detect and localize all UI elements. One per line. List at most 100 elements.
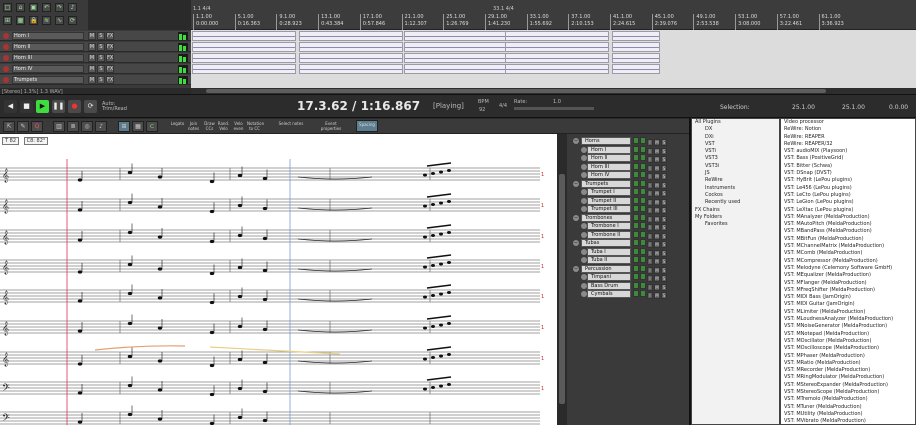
snap-icon[interactable]: ⊞ (3, 16, 12, 25)
midi-item[interactable] (612, 42, 660, 52)
fx-plugin-item[interactable]: VST: DSnap (DVST) (781, 170, 915, 177)
note[interactable] (431, 386, 435, 389)
fx-plugin-item[interactable]: VST: MStereoScope (MeldaProduction) (781, 389, 915, 396)
envelope-icon[interactable]: ∿ (55, 16, 64, 25)
note[interactable] (262, 360, 268, 365)
fx-plugin-item[interactable]: VST: LeGion (LePou plugins) (781, 199, 915, 206)
fx-plugin-item[interactable]: VST: MComb (MeldaProduction) (781, 250, 915, 257)
track-button[interactable]: FX (106, 32, 114, 40)
note[interactable] (431, 234, 435, 237)
note[interactable] (431, 325, 435, 328)
midi-track-name[interactable]: Trumpet III (587, 205, 631, 213)
note[interactable] (423, 295, 427, 299)
midi-track-name[interactable]: Trombone I (587, 222, 631, 230)
note[interactable] (262, 389, 268, 394)
collapse-icon[interactable]: − (573, 265, 579, 272)
score-staves[interactable]: 𝄞 1𝄞 1𝄞 1𝄞 1𝄞 1𝄞 1𝄞 1𝄢 1𝄢 (0, 134, 557, 425)
record-arm-icon[interactable]: ◀ (4, 100, 17, 113)
midi-track-row[interactable]: Trombone IIMS (567, 222, 689, 231)
note[interactable] (157, 326, 163, 330)
fx-plugin-item[interactable]: VST: MPhaser (MeldaProduction) (781, 353, 915, 360)
visible-toggle[interactable] (633, 222, 639, 229)
track-button[interactable]: FX (106, 65, 114, 73)
note[interactable] (157, 417, 163, 421)
midi-track-name[interactable]: Trombone II (587, 230, 631, 239)
midi-track-name[interactable]: Horn IV (587, 171, 631, 179)
editable-toggle[interactable] (640, 188, 646, 195)
editable-toggle[interactable] (640, 145, 646, 153)
fx-folder-item[interactable]: VST3 (692, 155, 779, 162)
midi-item[interactable] (612, 31, 660, 41)
metronome-icon[interactable]: ♪ (68, 3, 77, 12)
midi-action-button[interactable]: Select notes (278, 121, 304, 126)
visible-toggle[interactable] (633, 137, 639, 144)
midi-track-row[interactable]: − Trombones I M S (567, 213, 689, 223)
record-arm-icon[interactable] (3, 66, 9, 72)
fx-plugin-item[interactable]: VST: MStereoExpander (MeldaProduction) (781, 382, 915, 389)
midi-track-name[interactable]: Trumpets (581, 179, 631, 188)
note[interactable] (157, 175, 163, 179)
track-header[interactable]: Trumpets M S FX (0, 75, 191, 85)
note[interactable] (262, 176, 268, 181)
midi-action-button[interactable]: Join notes (186, 121, 201, 131)
midi-track-button[interactable]: S (661, 292, 667, 299)
stop-icon[interactable]: ■ (20, 100, 33, 113)
midi-item[interactable] (404, 64, 508, 74)
fx-plugin-item[interactable]: VST: MRatio (MeldaProduction) (781, 360, 915, 367)
editable-toggle[interactable] (640, 162, 646, 170)
selection-start[interactable]: 25.1.00 (792, 104, 815, 111)
fx-plugin-item[interactable]: VST: MOscillator (MeldaProduction) (781, 338, 915, 345)
fx-plugin-item[interactable]: VST: Bass (PositiveGrid) (781, 155, 915, 162)
editable-toggle[interactable] (640, 196, 646, 204)
midi-track-name[interactable]: Horns (581, 137, 631, 145)
note[interactable] (262, 206, 268, 211)
scroll-thumb[interactable] (559, 174, 565, 404)
fx-folder-item[interactable]: JS (692, 170, 779, 177)
track-header[interactable]: Horn II M S FX (0, 42, 191, 52)
note[interactable] (157, 388, 163, 392)
fx-plugin-item[interactable]: VST: audioMIX (Playsoon) (781, 148, 915, 155)
midi-track-name[interactable]: Horn II (587, 154, 631, 162)
ripple-icon[interactable]: ≋ (42, 16, 51, 25)
visible-toggle[interactable] (633, 179, 639, 187)
fx-plugin-item[interactable]: VST: MFreqShifter (MeldaProduction) (781, 287, 915, 294)
drum-icon[interactable]: ◎ (81, 121, 93, 132)
midi-item[interactable] (612, 64, 660, 74)
note[interactable] (157, 235, 163, 239)
note[interactable] (127, 383, 133, 388)
new-project-icon[interactable]: □ (3, 3, 12, 12)
fx-plugin-item[interactable]: VST: MFlanger (MeldaProduction) (781, 280, 915, 287)
note[interactable] (439, 170, 443, 174)
note[interactable] (431, 356, 435, 359)
note[interactable] (237, 203, 243, 208)
selection-length[interactable]: 0.0.00 (889, 104, 908, 111)
named-notes-icon[interactable]: ≣ (67, 121, 79, 132)
midi-item[interactable] (505, 42, 609, 52)
track-button[interactable]: FX (106, 76, 114, 84)
fx-folder-root[interactable]: All Plugins (692, 119, 779, 126)
midi-item[interactable] (299, 64, 403, 74)
editable-toggle[interactable] (640, 171, 646, 178)
note[interactable] (77, 391, 83, 395)
midi-track-row[interactable]: Trumpet IIMS (567, 188, 689, 197)
track-name[interactable]: Horn IV (12, 65, 84, 73)
track-name[interactable]: Trumpets (12, 76, 84, 84)
midi-action-button[interactable]: Rand. Velo (216, 121, 231, 131)
midi-track-row[interactable]: Tuba II I M S (567, 256, 689, 265)
staff[interactable]: 𝄢 (0, 405, 540, 425)
track-button[interactable]: M (88, 43, 96, 51)
editable-toggle[interactable] (640, 179, 646, 187)
note[interactable] (423, 326, 427, 330)
record-arm-icon[interactable] (3, 44, 9, 50)
midi-track-row[interactable]: Trumpet II I M S (567, 196, 689, 206)
track-button[interactable]: S (97, 65, 105, 73)
midi-track-row[interactable]: Trombone II I M S (567, 230, 689, 240)
track-header[interactable]: Horn IV M S FX (0, 64, 191, 74)
midi-action-button[interactable]: Velo even (231, 121, 246, 131)
note[interactable] (439, 262, 443, 266)
track-button[interactable]: S (97, 43, 105, 51)
note[interactable] (209, 300, 215, 305)
collapse-icon[interactable]: − (573, 180, 579, 187)
fx-plugin-item[interactable]: VST: MUtility (MeldaProduction) (781, 411, 915, 418)
editable-toggle[interactable] (640, 290, 646, 297)
